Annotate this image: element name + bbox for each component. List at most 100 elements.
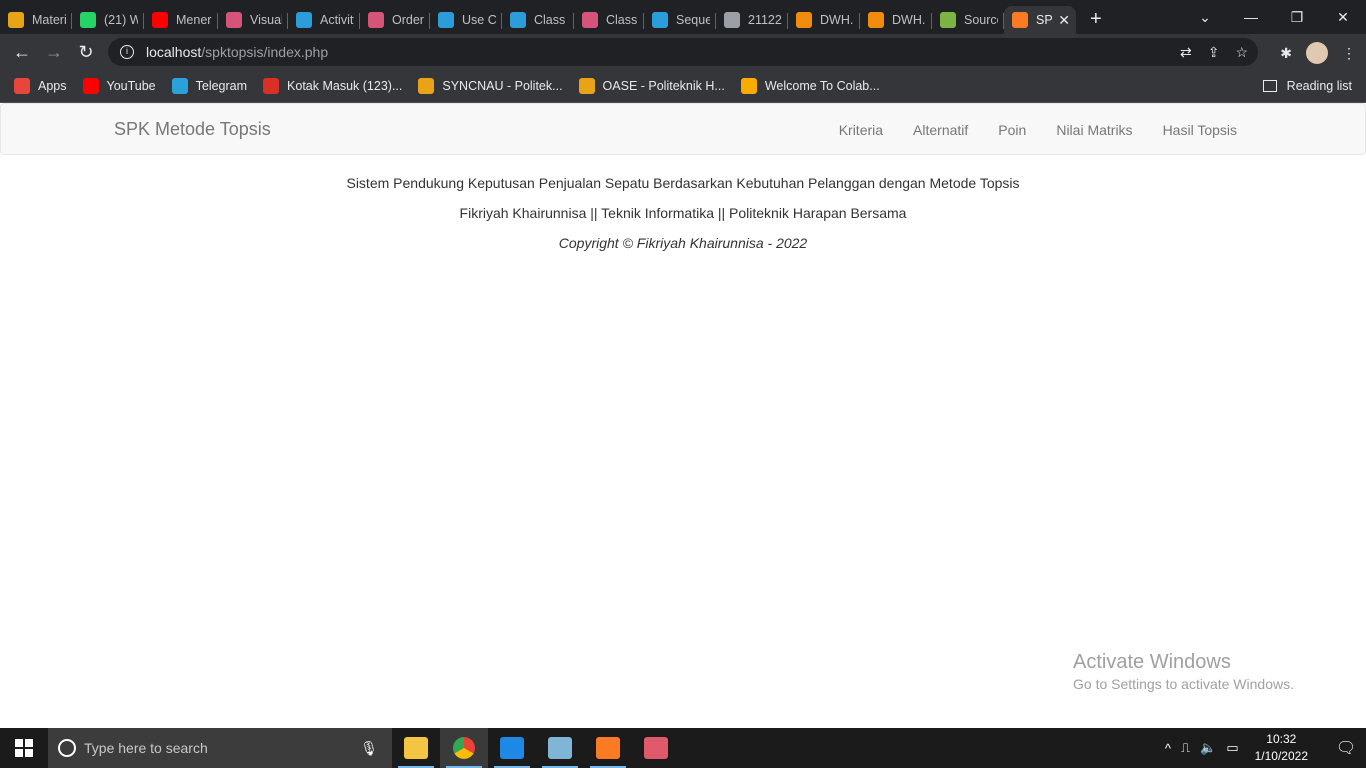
microphone-icon[interactable]: 🎙 [360, 740, 378, 757]
bookmarks-bar: Apps YouTube Telegram Kotak Masuk (123)... S… [0, 70, 1366, 103]
maximize-button[interactable]: ❐ [1274, 9, 1320, 26]
notification-icon[interactable]: 🗨 [1326, 738, 1366, 758]
translate-icon[interactable]: ⇄ [1180, 44, 1192, 61]
taskbar-search[interactable]: Type here to search 🎙 [48, 728, 392, 768]
browser-tab[interactable]: Visual [218, 6, 288, 34]
diamond-icon [438, 12, 454, 28]
display-icon[interactable]: ▭ [1226, 740, 1238, 756]
taskbar-app-xampp[interactable] [584, 728, 632, 768]
browser-tab[interactable]: Order [360, 6, 430, 34]
tab-title: (21) WhatsApp [104, 13, 138, 27]
browser-tab[interactable]: Menerapkan [144, 6, 218, 34]
browser-tab[interactable]: DWH. [788, 6, 860, 34]
nav-link[interactable]: Hasil Topsis [1163, 122, 1237, 138]
bookmark-item[interactable]: OASE - Politeknik H... [578, 78, 725, 94]
app-notepad-icon [548, 737, 572, 759]
diamond-icon [510, 12, 526, 28]
bookmark-label: Apps [38, 79, 67, 93]
taskbar-app-app-misc[interactable] [632, 728, 680, 768]
reload-button[interactable]: ↻ [70, 42, 102, 63]
browser-tab[interactable]: Use Case [430, 6, 502, 34]
bookmark-item[interactable]: Welcome To Colab... [740, 78, 880, 94]
nav-link[interactable]: Nilai Matriks [1056, 122, 1132, 138]
shapes-icon [868, 12, 884, 28]
footer-author: Fikriyah Khairunnisa || Teknik Informati… [459, 205, 907, 221]
taskbar-app-chrome[interactable] [440, 728, 488, 768]
diagram-icon [226, 12, 242, 28]
taskbar-apps [392, 728, 680, 768]
clock-time: 10:32 [1266, 732, 1297, 746]
browser-tab[interactable]: Source [932, 6, 1004, 34]
reading-list-label: Reading list [1286, 79, 1352, 93]
bookmark-item[interactable]: YouTube [82, 78, 156, 94]
reading-list-button[interactable]: Reading list [1262, 79, 1352, 93]
globe-icon [724, 12, 740, 28]
tab-title: DWH. [892, 13, 926, 27]
browser-tab[interactable]: (21) WhatsApp [72, 6, 144, 34]
browser-tab[interactable]: 21122 [716, 6, 788, 34]
cortana-icon [58, 739, 76, 757]
show-hidden-icons-icon[interactable]: ^ [1165, 741, 1171, 756]
bookmark-item[interactable]: Telegram [171, 78, 247, 94]
tab-strip: Materi (21) WhatsApp Menerapkan Visual Activ… [0, 0, 1366, 34]
forward-button[interactable]: → [38, 42, 70, 63]
browser-tab[interactable]: DWH. [860, 6, 932, 34]
profile-avatar[interactable] [1306, 42, 1328, 64]
taskbar-app-file-explorer[interactable] [392, 728, 440, 768]
hexagon-icon [418, 78, 435, 94]
tab-title: DWH. [820, 13, 854, 27]
source-icon [940, 12, 956, 28]
system-tray: ^ ⎍ 🔈 ▭ 10:32 1/10/2022 🗨 [1165, 728, 1366, 768]
address-bar[interactable]: i localhost/spktopsis/index.php ⇄ ⇪ ☆ [108, 38, 1258, 66]
browser-tab[interactable]: Activity [288, 6, 360, 34]
tab-search-icon[interactable]: ⌄ [1182, 9, 1228, 26]
volume-icon[interactable]: 🔈 [1200, 740, 1216, 756]
window-controls: ⌄ — ❐ ✕ [1182, 0, 1366, 34]
bookmark-item[interactable]: Apps [14, 78, 67, 94]
site-nav-menu: Kriteria Alternatif Poin Nilai Matriks Hasil… [839, 122, 1237, 138]
browser-tab[interactable]: Materi [0, 6, 72, 34]
bookmark-star-icon[interactable]: ☆ [1235, 44, 1248, 61]
bookmark-item[interactable]: SYNCNAU - Politek... [418, 78, 563, 94]
close-tab-icon[interactable]: ✕ [1058, 12, 1070, 29]
back-button[interactable]: ← [6, 42, 38, 63]
start-button[interactable] [0, 728, 48, 768]
tab-title: Visual [250, 13, 282, 27]
new-tab-button[interactable]: + [1090, 8, 1102, 31]
tab-title: SPK [1036, 13, 1053, 27]
tab-title: Menerapkan [176, 13, 212, 27]
url-path: /spktopsis/index.php [201, 44, 329, 60]
watermark-title: Activate Windows [1073, 651, 1231, 673]
shapes-icon [796, 12, 812, 28]
xampp-icon [596, 737, 620, 759]
browser-tab[interactable]: Class [574, 6, 644, 34]
site-info-icon[interactable]: i [120, 45, 134, 59]
site-brand[interactable]: SPK Metode Topsis [114, 119, 271, 140]
taskbar-clock[interactable]: 10:32 1/10/2022 [1255, 731, 1308, 765]
xampp-icon [1012, 12, 1028, 28]
nav-link[interactable]: Alternatif [913, 122, 968, 138]
extensions-icon[interactable]: ✱ [1280, 45, 1292, 62]
nav-link[interactable]: Poin [998, 122, 1026, 138]
network-icon[interactable]: ⎍ [1181, 740, 1190, 756]
taskbar-app-app-notepad[interactable] [536, 728, 584, 768]
browser-tab[interactable]: SPK ✕ [1004, 6, 1076, 34]
tab-title: Activity [320, 13, 354, 27]
minimize-button[interactable]: — [1228, 9, 1274, 25]
footer-description: Sistem Pendukung Keputusan Penjualan Sep… [346, 175, 1020, 191]
windows-logo-icon [15, 739, 33, 757]
bookmark-item[interactable]: Kotak Masuk (123)... [263, 78, 402, 94]
page-footer: Sistem Pendukung Keputusan Penjualan Sep… [0, 175, 1366, 265]
windows-taskbar: Type here to search 🎙 ^ ⎍ 🔈 ▭ 10:32 1/10… [0, 728, 1366, 768]
browser-tab[interactable]: Sequence [644, 6, 716, 34]
browser-tab[interactable]: Class Diagram [502, 6, 574, 34]
apps-grid-icon [14, 78, 30, 94]
tab-title: Use Case [462, 13, 496, 27]
youtube-icon [82, 78, 99, 94]
close-window-button[interactable]: ✕ [1320, 9, 1366, 26]
taskbar-app-vscode[interactable] [488, 728, 536, 768]
nav-link[interactable]: Kriteria [839, 122, 883, 138]
menu-kebab-icon[interactable]: ⋮ [1342, 45, 1356, 62]
share-icon[interactable]: ⇪ [1208, 44, 1220, 61]
site-navbar: SPK Metode Topsis Kriteria Alternatif Poin… [0, 103, 1366, 155]
